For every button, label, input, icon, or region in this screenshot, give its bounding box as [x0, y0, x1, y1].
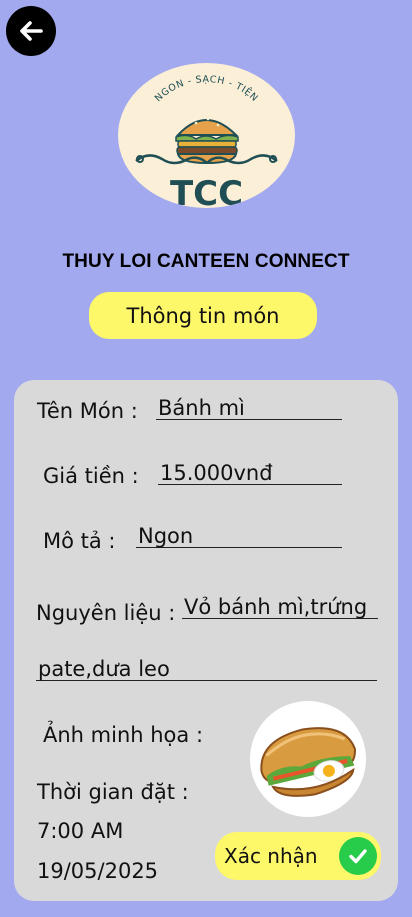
order-date-value: 19/05/2025 — [37, 859, 159, 883]
confirm-button-label: Xác nhận — [224, 844, 318, 868]
description-field[interactable]: Ngon — [136, 525, 342, 548]
price-field[interactable]: 15.000vnđ — [158, 462, 342, 485]
back-button[interactable] — [6, 6, 56, 56]
name-label: Tên Món : — [37, 399, 138, 423]
food-image[interactable] — [250, 701, 366, 817]
description-label: Mô tả : — [43, 529, 116, 553]
arrow-left-icon — [20, 21, 43, 41]
check-circle-icon — [339, 837, 377, 875]
order-time-label: Thời gian đặt : — [37, 780, 189, 804]
confirm-button[interactable]: Xác nhận — [215, 832, 381, 880]
image-label: Ảnh minh họa : — [43, 723, 204, 747]
svg-text:NGON - SẠCH - TIỆN: NGON - SẠCH - TIỆN — [153, 74, 260, 104]
ingredients-label: Nguyên liệu : — [36, 601, 176, 625]
name-field[interactable]: Bánh mì — [156, 397, 342, 420]
logo-ribbon-text: NGON - SẠCH - TIỆN — [153, 74, 260, 104]
app-title: THUY LOI CANTEEN CONNECT — [62, 251, 350, 272]
order-time-value: 7:00 AM — [37, 819, 124, 843]
food-detail-screen: NGON - SẠCH - TIỆN TCC THUY LOI CANTEEN … — [0, 0, 412, 917]
ingredients-field-line1[interactable]: Vỏ bánh mì,trứng — [182, 596, 378, 619]
price-label: Giá tiền : — [43, 464, 139, 488]
section-title: Thông tin món — [89, 292, 317, 339]
burger-icon — [175, 117, 239, 165]
app-logo: NGON - SẠCH - TIỆN TCC — [118, 63, 295, 208]
logo-monogram: TCC — [170, 174, 243, 208]
ingredients-field-line2[interactable]: pate,dưa leo — [36, 658, 377, 681]
